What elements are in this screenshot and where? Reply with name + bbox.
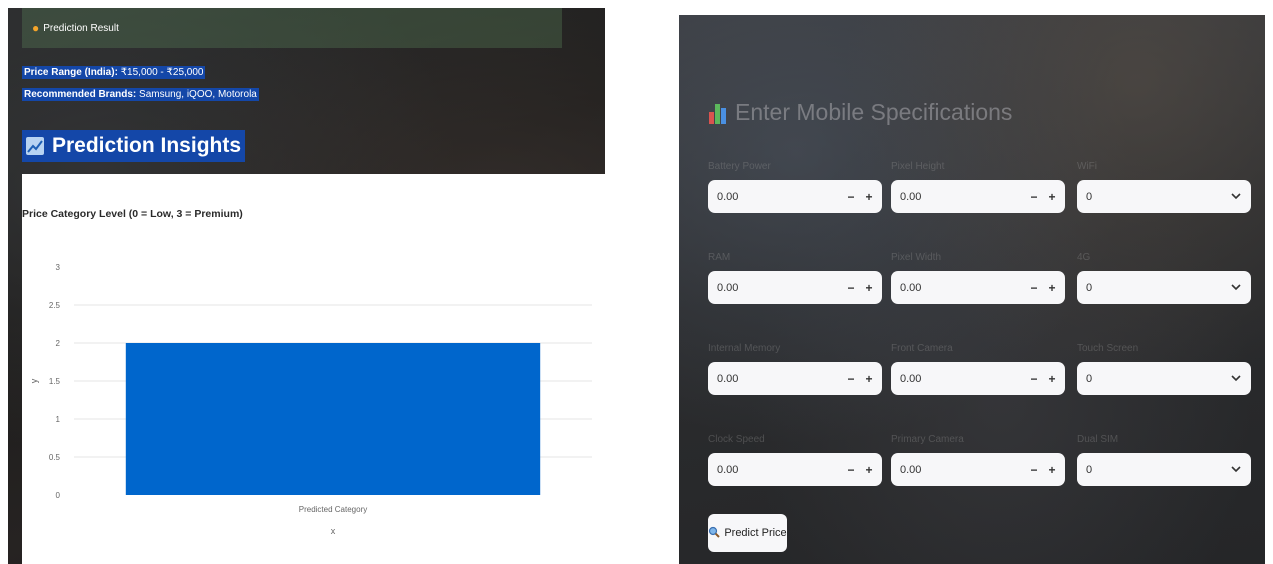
magnifier-icon [708,526,721,541]
bulb-icon: ● [32,21,40,35]
predict-price-button[interactable]: Predict Price [708,514,787,552]
touch-screen-label: Touch Screen [1077,343,1139,354]
pixel-height-value: 0.00 [900,190,922,203]
specifications-panel: Enter Mobile Specifications Battery Powe… [679,15,1265,564]
decrement-button[interactable]: − [1025,281,1043,295]
specifications-title: Enter Mobile Specifications [735,99,1013,125]
pixel-height-input[interactable]: 0.00 − + [891,180,1065,213]
brands-label: Recommended Brands: [24,89,137,100]
front-camera-input[interactable]: 0.00 − + [891,362,1065,395]
y-axis-title: y [29,378,39,383]
increment-button[interactable]: + [1043,281,1061,295]
increment-button[interactable]: + [1043,372,1061,386]
battery-power-input[interactable]: 0.00 − + [708,180,882,213]
front-camera-value: 0.00 [900,372,922,385]
prediction-insights-heading: Prediction Insights [22,130,246,162]
internal-memory-label: Internal Memory [708,343,781,354]
brands-value: Samsung, iQOO, Motorola [139,89,257,100]
4g-select[interactable]: 0 [1077,271,1251,304]
increment-button[interactable]: + [860,281,878,295]
recommended-brands-line: Recommended Brands: Samsung, iQOO, Motor… [22,88,259,101]
clock-speed-value: 0.00 [717,463,739,476]
primary-camera-input[interactable]: 0.00 − + [891,453,1065,486]
y-tick-label: 3 [56,263,61,272]
price-range-label: Price Range (India): [24,67,118,78]
decrement-button[interactable]: − [1025,372,1043,386]
wifi-value: 0 [1086,190,1093,203]
touch-screen-select[interactable]: 0 [1077,362,1251,395]
pixel-height-label: Pixel Height [891,161,945,172]
clock-speed-input[interactable]: 0.00 − + [708,453,882,486]
touch-screen-value: 0 [1086,372,1093,385]
4g-label: 4G [1077,252,1091,263]
prediction-panel: ● Prediction Result Price Range (India):… [8,8,605,564]
wifi-select[interactable]: 0 [1077,180,1251,213]
price-range-value: ₹15,000 - ₹25,000 [120,67,204,78]
pixel-width-value: 0.00 [900,281,922,294]
increment-button[interactable]: + [1043,190,1061,204]
prediction-insights-title: Prediction Insights [52,134,242,157]
decrement-button[interactable]: − [842,372,860,386]
y-tick-label: 0 [56,491,61,500]
front-camera-label: Front Camera [891,343,953,354]
battery-power-value: 0.00 [717,190,739,203]
prediction-result-banner: ● Prediction Result [22,8,562,48]
y-tick-label: 1 [56,415,61,424]
primary-camera-label: Primary Camera [891,434,964,445]
primary-camera-value: 0.00 [900,463,922,476]
price-range-line: Price Range (India): ₹15,000 - ₹25,000 [22,66,206,79]
battery-power-label: Battery Power [708,161,771,172]
chevron-down-icon [1227,193,1245,200]
chart-increasing-icon [26,137,44,155]
chevron-down-icon [1227,466,1245,473]
specifications-heading: Enter Mobile Specifications [709,99,1012,126]
internal-memory-input[interactable]: 0.00 − + [708,362,882,395]
decrement-button[interactable]: − [842,190,860,204]
ram-value: 0.00 [717,281,739,294]
increment-button[interactable]: + [860,190,878,204]
ram-label: RAM [708,252,731,263]
y-tick-label: 2.5 [49,301,61,310]
4g-value: 0 [1086,281,1093,294]
dual-sim-label: Dual SIM [1077,434,1119,445]
decrement-button[interactable]: − [1025,463,1043,477]
y-tick-label: 1.5 [49,377,61,386]
pixel-width-input[interactable]: 0.00 − + [891,271,1065,304]
chevron-down-icon [1227,284,1245,291]
wifi-label: WiFi [1077,161,1097,172]
increment-button[interactable]: + [860,463,878,477]
increment-button[interactable]: + [860,372,878,386]
x-category-label: Predicted Category [299,505,367,514]
predict-price-label: Predict Price [724,527,787,539]
internal-memory-value: 0.00 [717,372,739,385]
prediction-result-title: Prediction Result [43,22,119,34]
decrement-button[interactable]: − [1025,190,1043,204]
dual-sim-select[interactable]: 0 [1077,453,1251,486]
decrement-button[interactable]: − [842,463,860,477]
y-tick-label: 2 [56,339,61,348]
clock-speed-label: Clock Speed [708,434,765,445]
pixel-width-label: Pixel Width [891,252,942,263]
decrement-button[interactable]: − [842,281,860,295]
bar[interactable] [125,343,541,495]
ram-input[interactable]: 0.00 − + [708,271,882,304]
chevron-down-icon [1227,375,1245,382]
x-axis-title: x [331,526,336,536]
price-category-chart: Price Category Level (0 = Low, 3 = Premi… [22,174,605,564]
increment-button[interactable]: + [1043,463,1061,477]
y-tick-label: 0.5 [49,453,61,462]
dual-sim-value: 0 [1086,463,1093,476]
chart-plot: 0 0.5 1 1.5 2 2.5 3 Predicted Category x y [29,263,592,536]
bar-chart-icon [709,102,727,124]
